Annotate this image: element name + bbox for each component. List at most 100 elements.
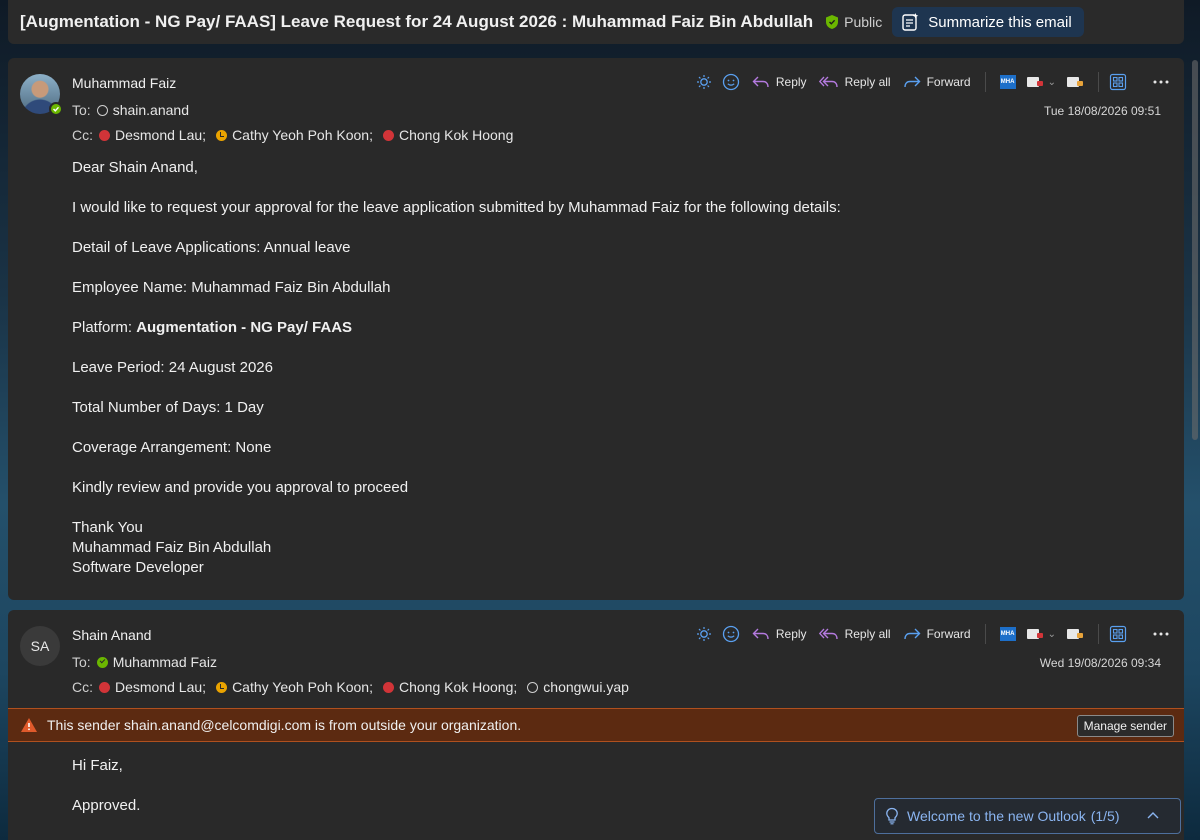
presence-away-icon [216,681,228,693]
reply-icon [752,76,769,88]
sender-avatar[interactable]: SA [20,626,60,666]
signature-line: Thank You [72,519,143,536]
summarize-button[interactable]: Summarize this email [892,7,1084,37]
presence-busy-icon [99,681,110,693]
more-options-icon[interactable] [1152,79,1170,85]
recipient[interactable]: Desmond Lau; [99,127,206,143]
emoji-icon[interactable] [722,73,740,91]
sender-name[interactable]: Muhammad Faiz [72,75,176,91]
reply-all-button[interactable]: Reply all [818,627,891,641]
summarize-label: Summarize this email [928,13,1072,31]
body-paragraph: Coverage Arrangement: None [72,439,272,456]
manage-sender-button[interactable]: Manage sender [1076,715,1174,737]
body-paragraph: Approved. [72,797,141,814]
presence-offline-icon [96,104,108,116]
lightbulb-icon [886,807,898,825]
body-paragraph: Detail of Leave Applications: Annual lea… [72,239,351,256]
presence-busy-icon [99,129,110,141]
toolbar-divider [984,72,986,92]
email-subject: [Augmentation - NG Pay/ FAAS] Leave Requ… [20,12,814,31]
apps-icon[interactable] [1109,73,1127,91]
emoji-icon[interactable] [722,625,740,643]
message-body: Hi Faiz, Approved. [72,756,140,836]
reply-button[interactable]: Reply [752,627,807,641]
signature-line: Software Developer [72,559,204,576]
report-addin-icon[interactable] [1066,627,1084,641]
recipient[interactable]: chongwui.yap [527,679,629,695]
recipient[interactable]: Desmond Lau; [99,679,206,695]
warning-text: This sender shain.anand@celcomdigi.com i… [47,717,522,733]
toolbar-divider [1098,72,1099,92]
toolbar-divider [1141,624,1142,644]
subject-bar: [Augmentation - NG Pay/ FAAS] Leave Requ… [8,0,1184,44]
presence-away-icon [216,129,228,141]
message-actions: Reply Reply all Forward MHA ⌄ [686,68,1170,96]
forward-icon [903,628,921,640]
to-recipients: To: Muhammad Faiz [72,654,217,670]
shield-icon [826,15,839,29]
body-paragraph: Leave Period: 24 August 2026 [72,359,273,376]
recipient[interactable]: Muhammad Faiz [96,654,217,670]
sender-avatar[interactable] [20,74,63,116]
forward-icon [903,76,921,88]
mha-addin-icon[interactable]: MHA [999,627,1016,641]
toast-progress: (1/5) [1090,808,1120,824]
welcome-toast[interactable]: Welcome to the new Outlook (1/5) [874,798,1181,834]
body-paragraph: I would like to request your approval fo… [72,199,841,216]
sensitivity-label[interactable]: Public [825,14,882,30]
recipient[interactable]: Cathy Yeoh Poh Koon; [216,679,373,695]
toast-label: Welcome to the new Outlook [907,808,1086,824]
message-card-1: Muhammad Faiz Reply Reply all Forward MH… [8,58,1184,600]
sun-icon[interactable] [696,626,712,642]
message-date: Wed 19/08/2026 09:34 [1039,656,1161,670]
reply-button[interactable]: Reply [752,75,807,89]
tag-addin-icon[interactable]: ⌄ [1026,75,1056,89]
cc-recipients: Cc: Desmond Lau; Cathy Yeoh Poh Koon; Ch… [72,127,514,143]
presence-available-icon [49,102,63,116]
body-paragraph: Employee Name: Muhammad Faiz Bin Abdulla… [72,279,391,296]
presence-available-icon [96,656,108,668]
recipient[interactable]: shain.anand [96,102,189,118]
reply-icon [752,628,769,640]
vertical-scrollbar[interactable] [1192,60,1198,440]
sender-name[interactable]: Shain Anand [72,627,151,643]
body-paragraph: Total Number of Days: 1 Day [72,399,264,416]
toolbar-divider [1098,624,1099,644]
warning-icon [21,718,37,732]
forward-button[interactable]: Forward [903,627,971,641]
apps-icon[interactable] [1109,625,1127,643]
chevron-up-icon[interactable] [1146,809,1160,823]
toolbar-divider [984,624,986,644]
body-greeting: Hi Faiz, [72,757,123,774]
forward-button[interactable]: Forward [903,75,971,89]
message-actions: Reply Reply all Forward MHA ⌄ [686,620,1170,648]
recipient[interactable]: Cathy Yeoh Poh Koon; [216,127,373,143]
recipient[interactable]: Chong Kok Hoong; [382,679,517,695]
presence-offline-icon [527,681,539,693]
toolbar-divider [1141,72,1142,92]
external-sender-warning: This sender shain.anand@celcomdigi.com i… [8,708,1184,742]
recipient[interactable]: Chong Kok Hoong [382,127,513,143]
body-greeting: Dear Shain Anand, [72,159,198,176]
more-options-icon[interactable] [1152,631,1170,637]
reply-all-button[interactable]: Reply all [818,75,891,89]
body-paragraph: Kindly review and provide you approval t… [72,479,409,496]
reply-all-icon [818,76,838,88]
to-recipients: To: shain.anand [72,102,189,118]
signature-line: Muhammad Faiz Bin Abdullah [72,539,272,556]
sun-icon[interactable] [696,74,712,90]
message-date: Tue 18/08/2026 09:51 [1044,104,1161,118]
cc-recipients: Cc: Desmond Lau; Cathy Yeoh Poh Koon; Ch… [72,679,629,695]
presence-busy-icon [382,129,394,141]
chevron-down-icon[interactable]: ⌄ [1048,629,1056,640]
copilot-summary-icon [902,13,919,31]
body-paragraph: Platform: Augmentation - NG Pay/ FAAS [72,319,353,336]
reply-all-icon [818,628,838,640]
sensitivity-text: Public [844,14,883,30]
message-body: Dear Shain Anand, I would like to reques… [72,158,841,578]
report-addin-icon[interactable] [1066,75,1084,89]
mha-addin-icon[interactable]: MHA [999,75,1016,89]
chevron-down-icon[interactable]: ⌄ [1048,77,1056,88]
presence-busy-icon [382,681,394,693]
tag-addin-icon[interactable]: ⌄ [1026,627,1056,641]
